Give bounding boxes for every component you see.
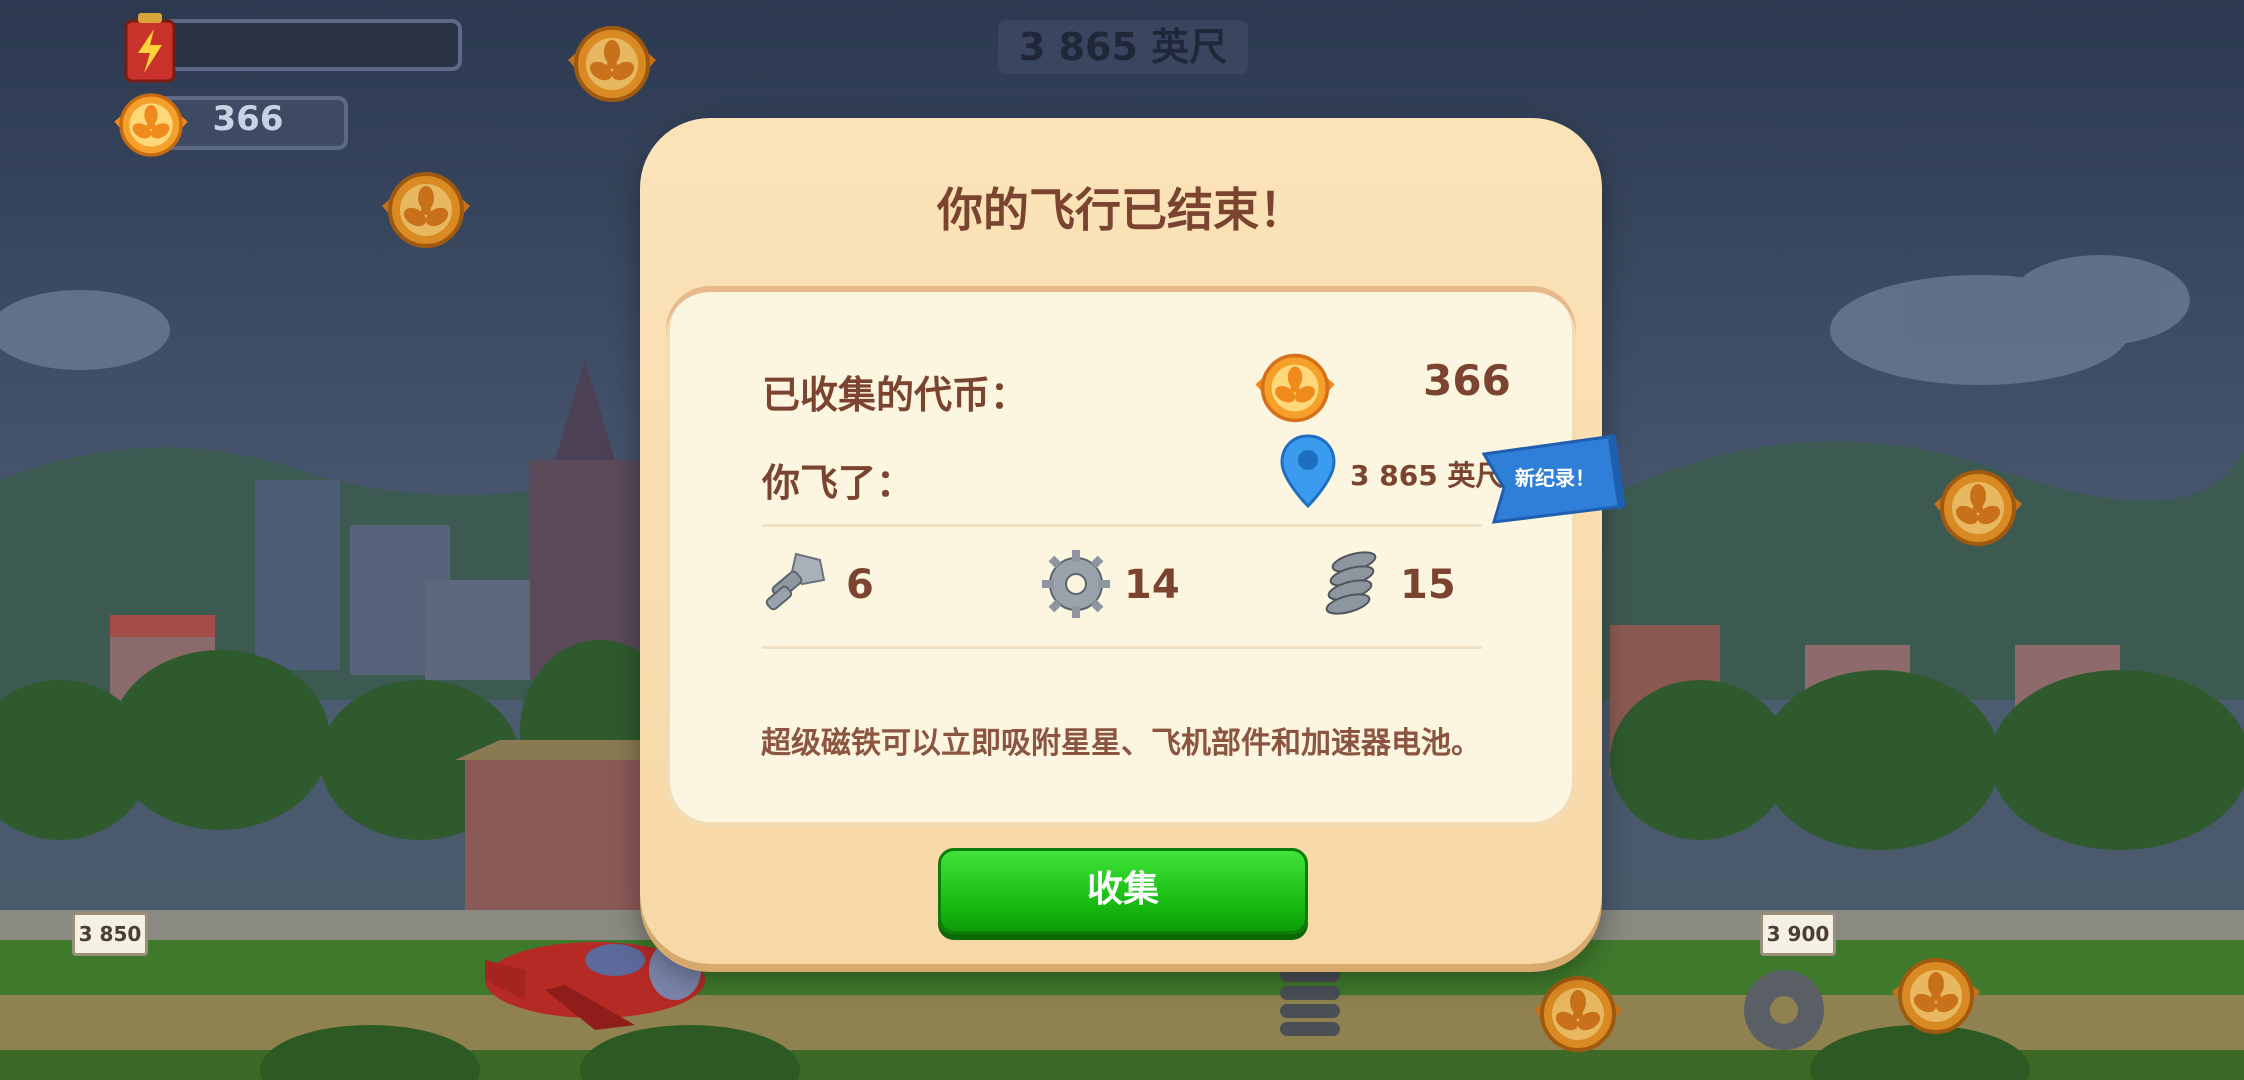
location-pin-icon [1278, 434, 1338, 509]
propeller-coin-icon [1886, 954, 1986, 1038]
gear-icon [1040, 548, 1112, 620]
propeller-coin-icon [108, 90, 194, 160]
divider [762, 524, 1482, 527]
distance-sign-left: 3 850 [72, 912, 148, 956]
propeller-coin-icon [1250, 348, 1340, 428]
distance-sign-right: 3 900 [1760, 912, 1836, 956]
distance-flown-label: 你飞了： [762, 461, 915, 505]
bolt-count: 6 [846, 562, 874, 608]
coins-collected-value: 366 [1423, 356, 1511, 405]
divider [762, 646, 1482, 649]
part-item-spring: 15 [1316, 548, 1466, 622]
dialog-title: 你的飞行已结束！ [937, 183, 1305, 237]
coins-collected-label: 已收集的代币： [762, 373, 1029, 417]
new-record-label: 新纪录！ [1515, 466, 1595, 490]
magnet-hint-text: 超级磁铁可以立即吸附星星、飞机部件和加速器电池。 [761, 726, 1481, 761]
propeller-coin-icon [376, 168, 476, 252]
gear-count: 14 [1124, 562, 1180, 608]
propeller-coin-icon [562, 22, 662, 106]
collect-button[interactable]: 收集 [938, 848, 1308, 934]
spring-count: 15 [1400, 562, 1456, 608]
part-item-gear: 14 [1040, 548, 1190, 622]
booster-battery-meter [122, 13, 466, 83]
distance-readout: 3 865 英尺 [998, 20, 1248, 74]
bolt-icon [762, 548, 834, 620]
spring-icon [1316, 548, 1388, 620]
part-item-bolt: 6 [762, 548, 902, 622]
propeller-coin-icon [1528, 972, 1628, 1056]
propeller-coin-icon [1928, 466, 2028, 550]
battery-icon [122, 11, 178, 83]
flight-result-dialog: 你的飞行已结束！ 已收集的代币： 366 你飞了： 3 865 英尺 6 14 … [640, 118, 1602, 964]
battery-bar [162, 19, 462, 71]
results-panel: 已收集的代币： 366 你飞了： 3 865 英尺 6 14 15 超级磁铁可以… [666, 286, 1576, 826]
coin-counter: 366 [108, 90, 352, 157]
